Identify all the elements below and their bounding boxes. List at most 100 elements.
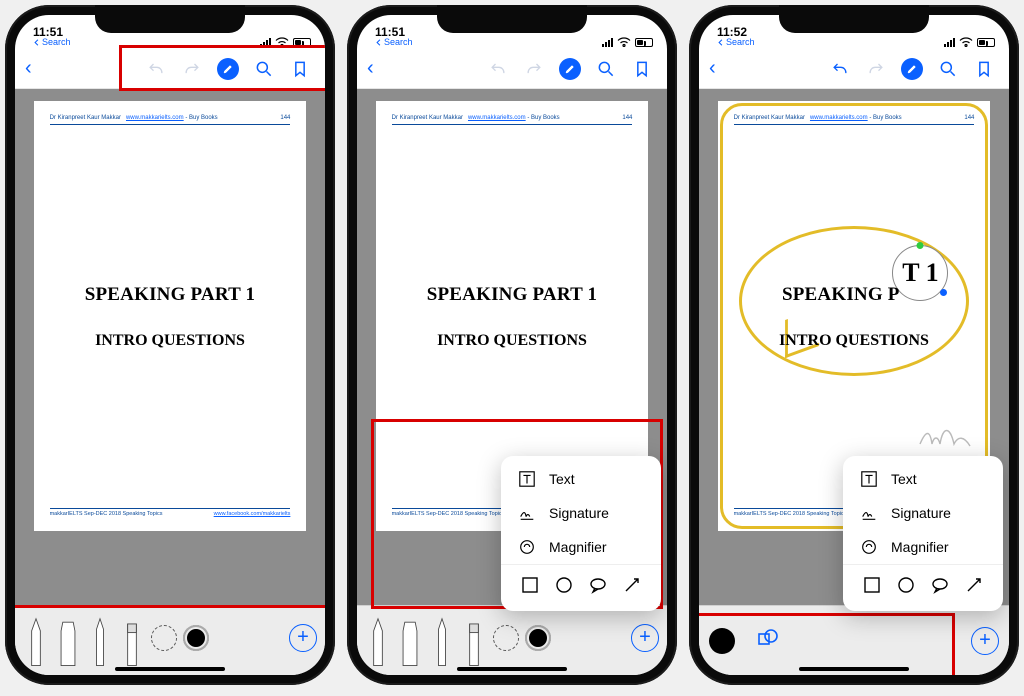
- signal-icon: [944, 38, 955, 47]
- screen: 11:51 Search ‹ Dr Kiranpre: [357, 15, 667, 675]
- bookmark-icon[interactable]: [973, 58, 995, 80]
- markup-toggle[interactable]: [559, 58, 581, 80]
- popup-text-option[interactable]: Text: [501, 462, 661, 496]
- home-indicator[interactable]: [457, 667, 567, 671]
- popup-magnifier-label: Magnifier: [891, 539, 949, 555]
- notch: [95, 5, 245, 33]
- bookmark-icon[interactable]: [289, 58, 311, 80]
- pen-tool[interactable]: [23, 615, 49, 669]
- shape-toolbar: +: [699, 605, 1009, 675]
- screen: 11:51 Search ‹ Dr K: [15, 15, 325, 675]
- notch: [779, 5, 929, 33]
- popup-signature-label: Signature: [891, 505, 951, 521]
- shape-square[interactable]: [862, 575, 882, 595]
- page-header: Dr Kiranpreet Kaur Makkar www.makkarielt…: [50, 115, 291, 125]
- shape-arrow[interactable]: [622, 575, 642, 595]
- doc-heading-1: SPEAKING PART 1: [85, 284, 256, 306]
- breadcrumb-search[interactable]: Search: [33, 38, 71, 47]
- navbar: ‹: [15, 49, 325, 89]
- home-indicator[interactable]: [115, 667, 225, 671]
- undo-icon[interactable]: [487, 58, 509, 80]
- fill-color-picker[interactable]: [709, 628, 735, 654]
- markup-toolbar: +: [357, 605, 667, 675]
- search-icon[interactable]: [937, 58, 959, 80]
- breadcrumb-search[interactable]: Search: [375, 38, 413, 47]
- home-indicator[interactable]: [799, 667, 909, 671]
- popup-text-label: Text: [549, 471, 575, 487]
- marker-tool[interactable]: [55, 615, 81, 669]
- battery-icon: [293, 38, 311, 47]
- doc-heading-2: INTRO QUESTIONS: [437, 332, 587, 350]
- add-annotation-button[interactable]: +: [631, 624, 659, 652]
- lasso-tool[interactable]: [151, 625, 177, 651]
- add-annotation-button[interactable]: +: [289, 624, 317, 652]
- doc-heading-1: SPEAKING PART 1: [427, 284, 598, 306]
- magnifier-handle-zoom[interactable]: [917, 242, 924, 249]
- page-number: 144: [964, 115, 974, 121]
- notch: [437, 5, 587, 33]
- phone-frame-1: 11:51 Search ‹ Dr K: [5, 5, 335, 685]
- popup-magnifier-option[interactable]: Magnifier: [843, 530, 1003, 564]
- undo-icon[interactable]: [145, 58, 167, 80]
- pdf-page: Dr Kiranpreet Kaur Makkar www.makkarielt…: [34, 101, 307, 531]
- doc-heading-2: INTRO QUESTIONS: [779, 332, 929, 350]
- pen-tool[interactable]: [365, 615, 391, 669]
- shape-speech-bubble[interactable]: [588, 575, 608, 595]
- popup-magnifier-option[interactable]: Magnifier: [501, 530, 661, 564]
- signal-icon: [602, 38, 613, 47]
- shape-arrow[interactable]: [964, 575, 984, 595]
- markup-toggle[interactable]: [217, 58, 239, 80]
- eraser-tool[interactable]: [119, 615, 145, 669]
- markup-toggle[interactable]: [901, 58, 923, 80]
- color-picker[interactable]: [183, 625, 209, 651]
- popup-signature-option[interactable]: Signature: [843, 496, 1003, 530]
- eraser-tool[interactable]: [461, 615, 487, 669]
- wifi-icon: [275, 37, 289, 47]
- shape-circle[interactable]: [554, 575, 574, 595]
- magnifier-icon: [859, 538, 879, 556]
- back-button[interactable]: ‹: [25, 57, 45, 80]
- text-box-icon: [859, 470, 879, 488]
- battery-icon: [635, 38, 653, 47]
- battery-icon: [977, 38, 995, 47]
- navbar: ‹: [699, 49, 1009, 89]
- screen: 11:52 Search ‹ Dr: [699, 15, 1009, 675]
- marker-tool[interactable]: [397, 615, 423, 669]
- search-icon[interactable]: [253, 58, 275, 80]
- phone-frame-2: 11:51 Search ‹ Dr Kiranpre: [347, 5, 677, 685]
- undo-icon[interactable]: [829, 58, 851, 80]
- lasso-tool[interactable]: [493, 625, 519, 651]
- redo-icon[interactable]: [865, 58, 887, 80]
- redo-icon[interactable]: [523, 58, 545, 80]
- text-box-icon: [517, 470, 537, 488]
- magnifier-icon: [517, 538, 537, 556]
- add-annotation-button[interactable]: +: [971, 627, 999, 655]
- pencil-tool[interactable]: [87, 615, 113, 669]
- add-annotation-popup: Text Signature Magnifier: [501, 456, 661, 611]
- back-button[interactable]: ‹: [367, 57, 387, 80]
- bookmark-icon[interactable]: [631, 58, 653, 80]
- signature-icon: [859, 504, 879, 522]
- wifi-icon: [617, 37, 631, 47]
- page-footer: makkarIELTS Sep-DEC 2018 Speaking Topics…: [50, 508, 291, 517]
- breadcrumb-search[interactable]: Search: [717, 38, 755, 47]
- tutorial-highlight-shapebar: [699, 613, 955, 675]
- popup-text-label: Text: [891, 471, 917, 487]
- shape-style-button[interactable]: [755, 626, 779, 655]
- document-viewport[interactable]: Dr Kiranpreet Kaur Makkar www.makkarielt…: [15, 89, 325, 605]
- shape-circle[interactable]: [896, 575, 916, 595]
- popup-text-option[interactable]: Text: [843, 462, 1003, 496]
- doc-heading-2: INTRO QUESTIONS: [95, 332, 245, 350]
- signal-icon: [260, 38, 271, 47]
- pencil-tool[interactable]: [429, 615, 455, 669]
- popup-magnifier-label: Magnifier: [549, 539, 607, 555]
- back-button[interactable]: ‹: [709, 57, 729, 80]
- color-picker[interactable]: [525, 625, 551, 651]
- shape-square[interactable]: [520, 575, 540, 595]
- shape-speech-bubble[interactable]: [930, 575, 950, 595]
- search-icon[interactable]: [595, 58, 617, 80]
- redo-icon[interactable]: [181, 58, 203, 80]
- page-header: Dr Kiranpreet Kaur Makkar www.makkarielt…: [392, 115, 633, 125]
- popup-signature-label: Signature: [549, 505, 609, 521]
- popup-signature-option[interactable]: Signature: [501, 496, 661, 530]
